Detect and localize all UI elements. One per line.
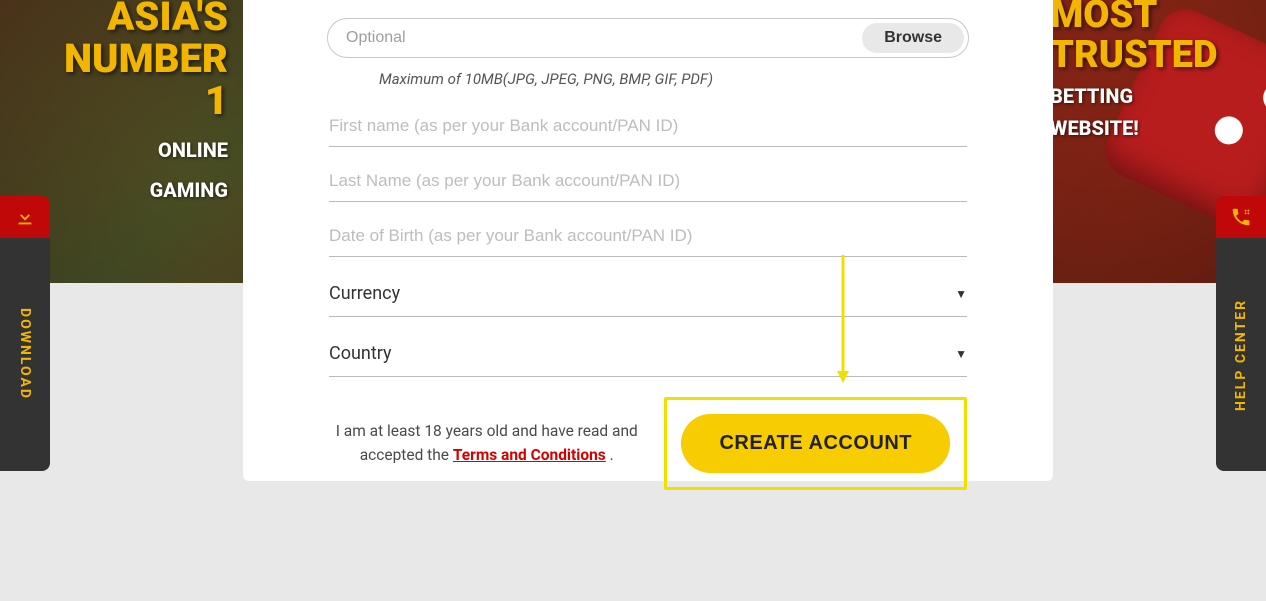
banner-right-sub1: BETTING — [1050, 84, 1240, 108]
banner-left-sub2: GAMING — [48, 178, 228, 202]
dob-field[interactable] — [329, 216, 967, 257]
banner-left-line2: NUMBER — [48, 38, 228, 80]
create-account-button[interactable]: CREATE ACCOUNT — [681, 414, 950, 473]
chevron-down-icon: ▼ — [955, 287, 967, 301]
registration-form-card: Browse Maximum of 10MB(JPG, JPEG, PNG, B… — [243, 0, 1053, 481]
download-side-tab[interactable]: DOWNLOAD — [0, 196, 50, 471]
file-helper-text: Maximum of 10MB(JPG, JPEG, PNG, BMP, GIF… — [379, 70, 1003, 88]
terms-and-conditions-link[interactable]: Terms and Conditions — [453, 446, 606, 464]
banner-left-line3: 1 — [48, 80, 228, 122]
banner-left-text: ASIA'S NUMBER 1 ONLINE GAMING — [48, 0, 228, 202]
last-name-field[interactable] — [329, 161, 967, 202]
banner-left-line1: ASIA'S — [48, 0, 228, 38]
download-icon — [0, 196, 50, 238]
consent-suffix: . — [606, 446, 614, 464]
country-select[interactable]: Country ▼ — [329, 331, 967, 377]
banner-right-sub2: WEBSITE! — [1050, 116, 1240, 140]
banner-left-sub1: ONLINE — [48, 138, 228, 162]
help-center-side-tab[interactable]: HELP CENTER — [1216, 196, 1266, 471]
phone-icon — [1216, 196, 1266, 238]
first-name-field[interactable] — [329, 106, 967, 147]
banner-right-line1: MOST — [1050, 0, 1240, 36]
currency-select-label: Currency — [329, 283, 400, 304]
create-account-highlight: CREATE ACCOUNT — [664, 397, 967, 490]
currency-select[interactable]: Currency ▼ — [329, 271, 967, 317]
consent-text: I am at least 18 years old and have read… — [329, 420, 644, 467]
country-select-label: Country — [329, 343, 392, 364]
banner-right-line2: TRUSTED — [1050, 36, 1240, 76]
file-upload-input[interactable] — [346, 29, 852, 47]
consent-row: I am at least 18 years old and have read… — [329, 397, 967, 490]
chevron-down-icon: ▼ — [955, 347, 967, 361]
browse-button[interactable]: Browse — [862, 23, 964, 53]
file-upload-row: Browse — [327, 18, 969, 58]
download-side-tab-label: DOWNLOAD — [17, 238, 33, 471]
help-center-side-tab-label: HELP CENTER — [1233, 238, 1249, 471]
banner-right-text: MOST TRUSTED BETTING WEBSITE! — [1050, 0, 1240, 140]
